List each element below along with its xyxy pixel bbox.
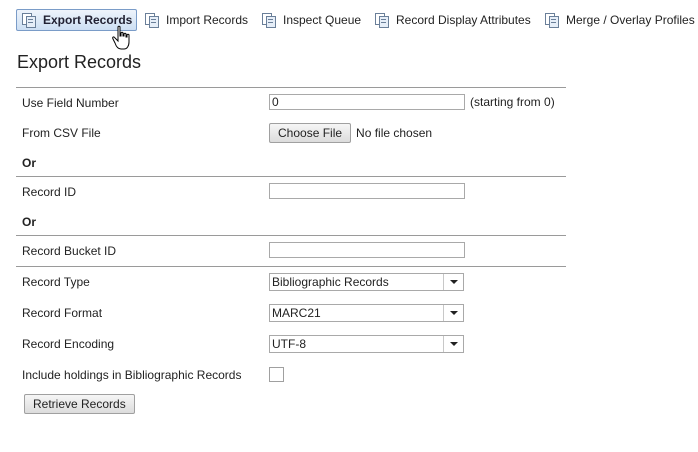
csv-file-label: From CSV File	[22, 126, 101, 140]
records-icon	[145, 13, 159, 28]
export-form: Use Field Number (starting from 0) From …	[16, 87, 566, 390]
chevron-down-icon	[443, 274, 463, 290]
top-toolbar: Export Records Import Records Inspect Qu…	[0, 9, 698, 33]
choose-file-button[interactable]: Choose File	[269, 123, 352, 143]
chevron-down-icon	[443, 336, 463, 352]
file-status: No file chosen	[356, 126, 433, 140]
record-format-label: Record Format	[22, 306, 103, 320]
field-number-hint: (starting from 0)	[470, 95, 555, 109]
bucket-id-label: Record Bucket ID	[22, 244, 117, 258]
tab-label: Import Records	[166, 13, 249, 27]
record-type-label: Record Type	[22, 275, 90, 289]
page-title: Export Records	[17, 52, 142, 72]
record-encoding-value: UTF-8	[272, 337, 306, 351]
chevron-down-icon	[443, 305, 463, 321]
record-encoding-label: Record Encoding	[22, 337, 115, 351]
record-type-row: Record Type Bibliographic Records	[16, 266, 566, 298]
tab-import-records[interactable]: Import Records	[140, 9, 248, 31]
record-id-input[interactable]	[269, 183, 465, 199]
record-encoding-select[interactable]: UTF-8	[269, 335, 464, 353]
records-icon	[22, 13, 36, 28]
bucket-id-row: Record Bucket ID	[16, 235, 566, 266]
tab-label: Inspect Queue	[283, 13, 362, 27]
retrieve-records-button[interactable]: Retrieve Records	[24, 394, 135, 414]
tab-merge-overlay-profiles[interactable]: Merge / Overlay Profiles	[540, 9, 695, 31]
record-format-select[interactable]: MARC21	[269, 304, 464, 322]
or-separator: Or	[16, 148, 566, 176]
record-type-select[interactable]: Bibliographic Records	[269, 273, 464, 291]
record-encoding-row: Record Encoding UTF-8	[16, 329, 566, 360]
bucket-id-input[interactable]	[269, 242, 465, 258]
record-type-value: Bibliographic Records	[272, 275, 389, 289]
tab-label: Merge / Overlay Profiles	[566, 13, 695, 27]
record-id-row: Record ID	[16, 176, 566, 207]
or-label: Or	[22, 156, 37, 170]
record-format-value: MARC21	[272, 306, 321, 320]
field-number-row: Use Field Number (starting from 0)	[16, 87, 566, 118]
record-id-label: Record ID	[22, 185, 77, 199]
records-icon	[545, 13, 559, 28]
records-icon	[262, 13, 276, 28]
tab-label: Record Display Attributes	[396, 13, 531, 27]
holdings-label: Include holdings in Bibliographic Record…	[22, 368, 242, 382]
tab-record-display-attributes[interactable]: Record Display Attributes	[370, 9, 531, 31]
or-label: Or	[22, 215, 37, 229]
holdings-checkbox[interactable]	[269, 367, 284, 382]
field-number-input[interactable]	[269, 94, 465, 110]
tab-inspect-queue[interactable]: Inspect Queue	[257, 9, 361, 31]
csv-file-row: From CSV File Choose File No file chosen	[16, 118, 566, 148]
records-icon	[375, 13, 389, 28]
hand-cursor-icon	[112, 25, 130, 50]
field-number-label: Use Field Number	[22, 96, 119, 110]
or-separator: Or	[16, 207, 566, 235]
record-format-row: Record Format MARC21	[16, 298, 566, 329]
holdings-row: Include holdings in Bibliographic Record…	[16, 360, 566, 390]
